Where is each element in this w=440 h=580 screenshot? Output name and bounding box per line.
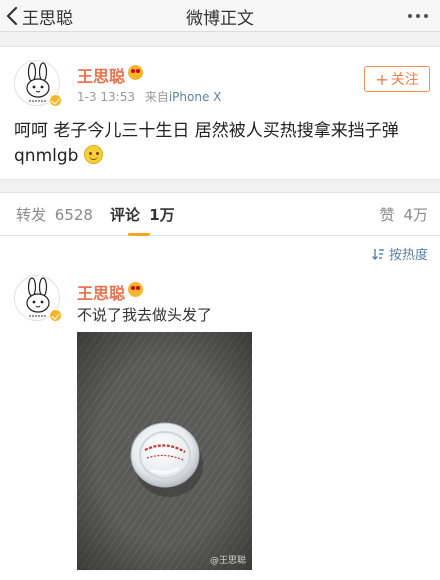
tab-reposts-count: 6528	[54, 206, 93, 224]
follow-button[interactable]: + 关注	[364, 66, 430, 92]
verified-badge-icon	[49, 309, 62, 322]
comment-text: 不说了我去做头发了	[77, 306, 213, 324]
tab-reposts[interactable]: 转发 6528	[16, 204, 93, 225]
tab-likes-label: 赞	[379, 206, 395, 224]
lens-case-photo	[77, 332, 252, 570]
vip-crown-icon	[128, 65, 143, 80]
sort-by-hot-button[interactable]: 按热度	[371, 244, 428, 263]
sort-label: 按热度	[388, 248, 428, 263]
verified-badge-icon	[49, 94, 62, 107]
plus-icon: +	[375, 69, 389, 89]
more-dots-icon[interactable]	[408, 10, 428, 22]
post-author-name[interactable]: 王思聪	[77, 63, 125, 87]
post-text: 呵呵 老子今儿三十生日 居然被人买热搜拿来挡子弹 qnmlgb	[14, 121, 399, 166]
vip-crown-icon	[128, 282, 143, 297]
photo-watermark: @王思聪	[209, 556, 246, 566]
post-timestamp: 1-3 13:53	[77, 90, 135, 104]
back-button[interactable]: 王思聪	[6, 3, 73, 29]
tab-comments-label: 评论	[110, 206, 141, 224]
navigation-bar: 王思聪 微博正文	[0, 0, 440, 32]
comment-author-name[interactable]: 王思聪	[77, 280, 125, 304]
tab-comments[interactable]: 评论 1万	[110, 204, 175, 225]
comment-photo[interactable]: @王思聪	[77, 332, 252, 570]
back-label: 王思聪	[22, 8, 73, 29]
smile-emoji-icon	[84, 145, 104, 164]
tab-comments-count: 1万	[149, 206, 175, 224]
tab-reposts-label: 转发	[16, 206, 47, 224]
sort-icon	[371, 248, 384, 260]
weibo-post: 王思聪 1-3 13:53 来自iPhone X + 关注 呵呵 老子今儿三十生…	[0, 46, 440, 180]
post-tabs: 转发 6528 评论 1万 赞 4万	[0, 192, 440, 236]
chevron-left-icon	[6, 6, 18, 26]
follow-label: 关注	[390, 72, 419, 88]
comments-section: 按热度 王思聪 不说了我去做头发了 @王思聪	[0, 236, 440, 580]
source-prefix: 来自	[144, 90, 169, 104]
post-source[interactable]: iPhone X	[169, 90, 222, 104]
post-meta: 1-3 13:53 来自iPhone X	[77, 88, 221, 105]
tab-likes-count: 4万	[403, 206, 428, 224]
tab-likes[interactable]: 赞 4万	[380, 204, 428, 225]
post-content: 呵呵 老子今儿三十生日 居然被人买热搜拿来挡子弹 qnmlgb	[14, 119, 426, 169]
